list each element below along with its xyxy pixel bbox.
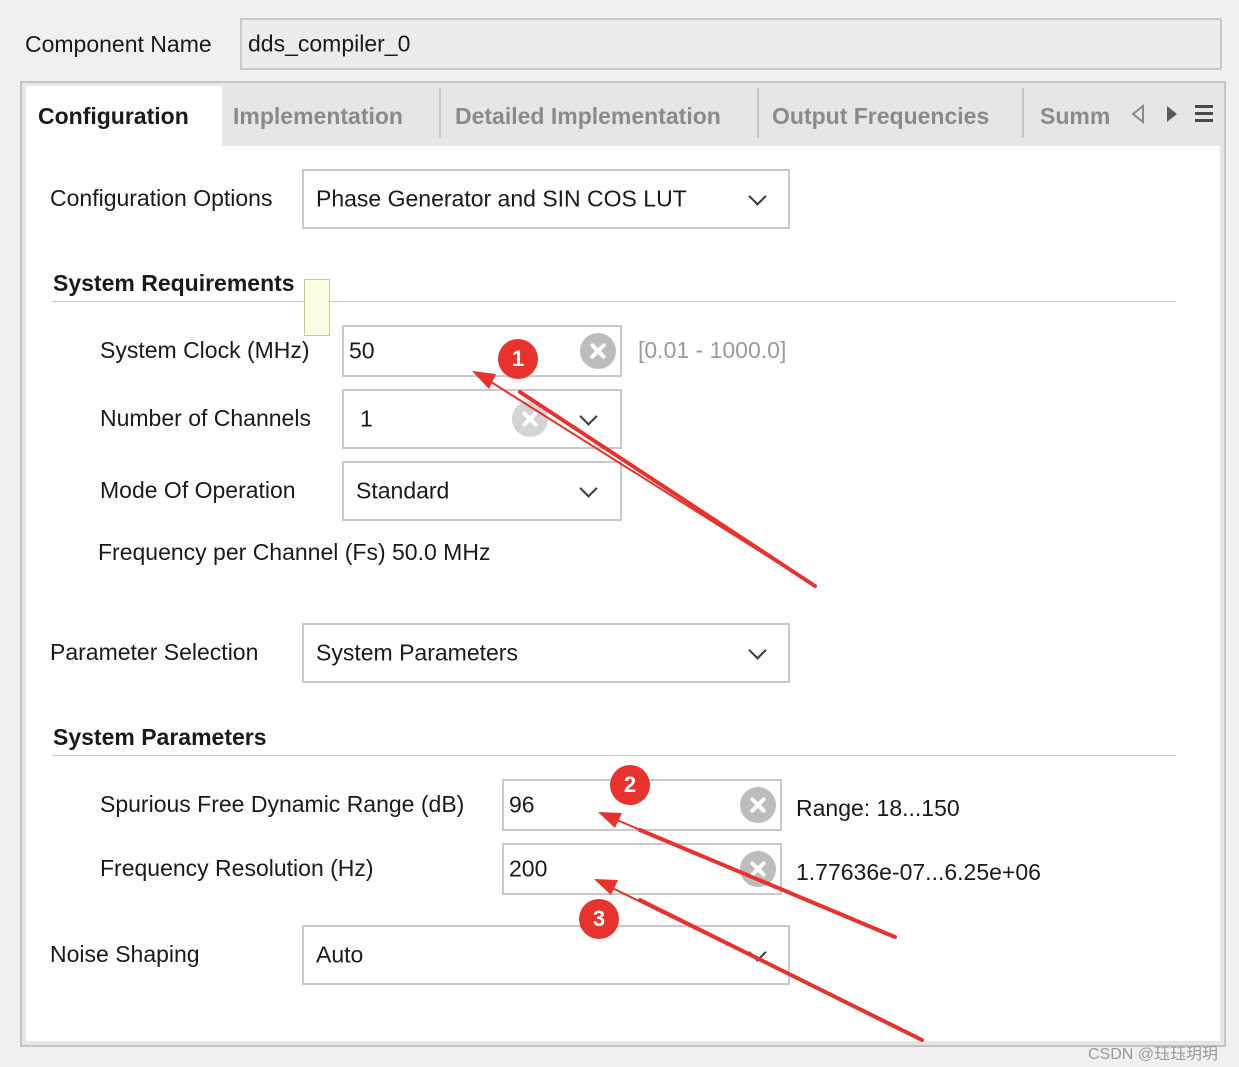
annotation-badge-3: 3 <box>579 899 619 939</box>
annotation-badge-1: 1 <box>498 339 538 379</box>
annotation-badge-2: 2 <box>610 765 650 805</box>
watermark: CSDN @珏珏玥玥 <box>1088 1046 1219 1063</box>
annotation-arrows <box>472 371 924 1042</box>
